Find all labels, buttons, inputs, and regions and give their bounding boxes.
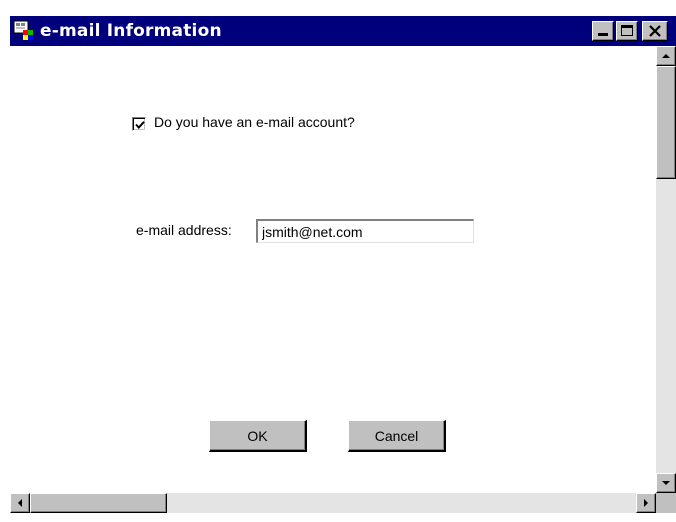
has-account-label[interactable]: Do you have an e-mail account? [154,114,355,130]
scroll-down-button[interactable] [656,473,676,493]
dialog-client-area: Do you have an e-mail account? e-mail ad… [10,46,676,522]
horizontal-scroll-thumb[interactable] [30,493,167,513]
arrow-right-icon [644,499,648,507]
title-bar[interactable]: e-mail Information [10,16,676,46]
scroll-right-button[interactable] [636,493,656,513]
arrow-down-icon [662,481,670,485]
email-address-label: e-mail address: [136,222,232,238]
arrow-left-icon [18,499,22,507]
checkmark-icon [135,121,145,129]
ok-button[interactable]: OK [209,420,307,452]
email-information-window: e-mail Information Do you have an e-mail… [0,0,676,522]
has-account-checkbox[interactable] [132,117,146,131]
scroll-up-button[interactable] [656,46,676,66]
minimize-button[interactable] [592,21,614,41]
cancel-button[interactable]: Cancel [348,420,446,452]
horizontal-scrollbar[interactable] [10,493,656,513]
vertical-scroll-thumb[interactable] [656,66,676,179]
app-icon [14,20,33,40]
close-button[interactable] [642,21,668,41]
vertical-scrollbar[interactable] [656,46,676,493]
email-address-input[interactable] [256,219,474,243]
scrollbar-corner [656,493,676,513]
close-icon [649,25,661,37]
arrow-up-icon [662,54,670,58]
maximize-button[interactable] [616,21,638,41]
minimize-icon [598,33,608,36]
window-title: e-mail Information [40,21,222,41]
scroll-left-button[interactable] [10,493,30,513]
maximize-icon [621,25,633,36]
